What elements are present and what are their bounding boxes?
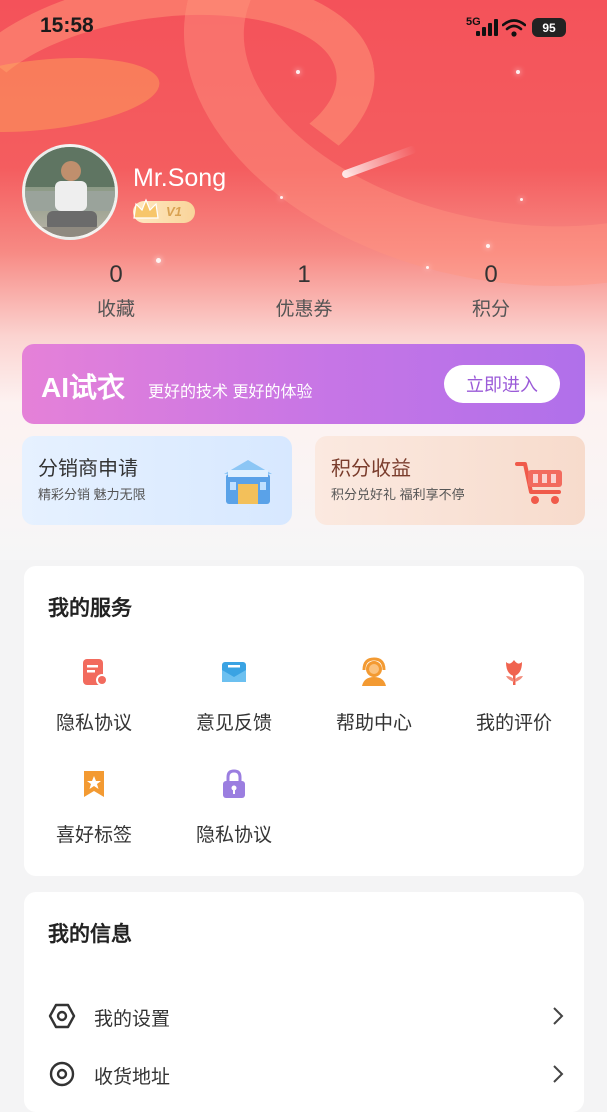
bookmark-icon — [84, 771, 104, 797]
my-services-panel: 我的服务 隐私协议 意见反馈 帮助中心 我的评价 喜好标签 隐私协议 — [24, 566, 584, 876]
stat-label: 收藏 — [96, 299, 135, 320]
ai-banner-title: AI试衣 — [41, 372, 126, 403]
mail-icon — [222, 662, 246, 682]
stat-value: 0 — [109, 261, 123, 288]
service-privacy-agreement[interactable]: 隐私协议 — [24, 656, 164, 735]
enter-now-button[interactable]: 立即进入 — [444, 365, 560, 403]
address-row[interactable]: 收货地址 — [48, 1054, 568, 1094]
ai-tryon-banner[interactable]: AI试衣 更好的技术 更好的体验 立即进入 — [22, 344, 585, 424]
document-icon — [83, 659, 108, 686]
status-time: 15:58 — [40, 14, 94, 37]
signal-icon — [476, 19, 498, 36]
avatar[interactable] — [22, 144, 118, 240]
service-label: 喜好标签 — [55, 825, 132, 846]
store-icon — [224, 460, 272, 504]
chevron-right-icon — [553, 1007, 564, 1025]
service-help-center[interactable]: 帮助中心 — [304, 656, 444, 735]
chevron-right-icon — [553, 1065, 564, 1083]
distributor-apply-card[interactable]: 分销商申请 精彩分销 魅力无限 — [22, 436, 292, 525]
ai-banner-subtitle: 更好的技术 更好的体验 — [148, 384, 313, 401]
headset-icon — [362, 657, 386, 686]
wifi-icon — [502, 19, 526, 37]
stat-label: 积分 — [471, 299, 510, 320]
card-title: 积分收益 — [331, 458, 411, 480]
service-label: 帮助中心 — [335, 713, 412, 734]
stat-value: 1 — [297, 261, 311, 288]
service-feedback[interactable]: 意见反馈 — [164, 656, 304, 735]
row-label: 收货地址 — [94, 1067, 171, 1088]
service-label: 隐私协议 — [195, 825, 272, 846]
location-icon — [49, 1061, 75, 1087]
battery-indicator: 95 — [532, 18, 566, 37]
stat-value: 0 — [484, 261, 498, 288]
cart-icon — [515, 462, 562, 504]
settings-icon — [48, 1003, 76, 1029]
crown-icon — [133, 198, 159, 219]
section-title: 我的服务 — [48, 597, 132, 620]
card-title: 分销商申请 — [38, 458, 138, 480]
stat-label: 优惠券 — [275, 299, 333, 320]
service-label: 我的评价 — [475, 713, 552, 734]
service-label: 隐私协议 — [55, 713, 132, 734]
stat-points[interactable]: 0 积分 — [431, 260, 551, 321]
lock-icon — [223, 769, 245, 798]
flower-icon — [506, 660, 523, 685]
points-earnings-card[interactable]: 积分收益 积分兑好礼 福利享不停 — [315, 436, 585, 525]
stat-favorites[interactable]: 0 收藏 — [56, 260, 176, 321]
section-title: 我的信息 — [48, 923, 132, 946]
my-info-panel: 我的信息 我的设置 收货地址 — [24, 892, 584, 1112]
settings-row[interactable]: 我的设置 — [48, 996, 568, 1036]
vip-badge: V1 — [133, 198, 195, 223]
card-subtitle: 积分兑好礼 福利享不停 — [331, 487, 465, 502]
card-subtitle: 精彩分销 魅力无限 — [38, 487, 146, 502]
service-label: 意见反馈 — [195, 713, 272, 734]
status-bar: 15:58 5G 95 — [0, 14, 607, 44]
stat-coupons[interactable]: 1 优惠券 — [244, 260, 364, 321]
username: Mr.Song — [133, 164, 227, 192]
service-my-reviews[interactable]: 我的评价 — [444, 656, 584, 735]
service-privacy-lock[interactable]: 隐私协议 — [164, 768, 304, 847]
service-preference-tags[interactable]: 喜好标签 — [24, 768, 164, 847]
row-label: 我的设置 — [94, 1009, 171, 1030]
vip-level: V1 — [166, 204, 182, 219]
